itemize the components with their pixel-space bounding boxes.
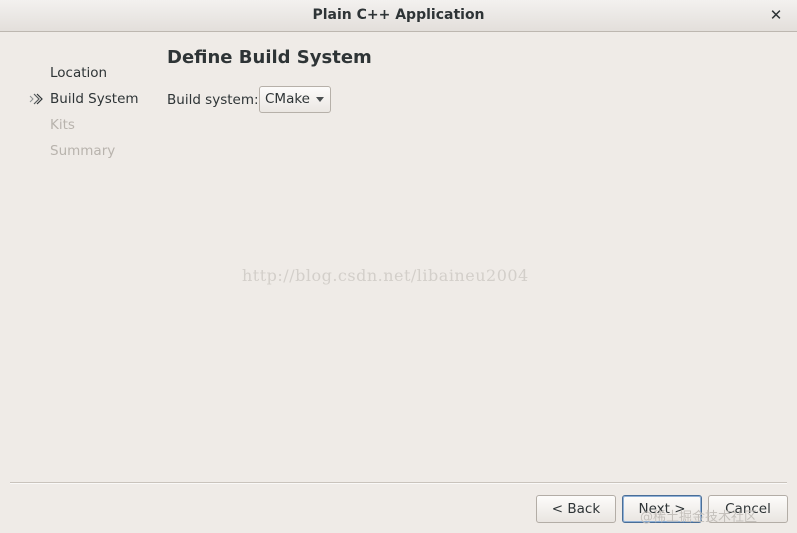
- step-label: Summary: [50, 143, 116, 159]
- build-system-label: Build system:: [167, 92, 259, 108]
- arrow-right-icon: [29, 93, 43, 105]
- wizard-step-list: Location Build System Kits Summary: [28, 62, 158, 166]
- chevron-down-icon: [316, 97, 324, 102]
- page-title: Define Build System: [167, 47, 372, 68]
- step-kits: Kits: [28, 114, 158, 140]
- close-icon[interactable]: ✕: [767, 6, 785, 24]
- step-label: Kits: [50, 117, 75, 133]
- step-location: Location: [28, 62, 158, 88]
- footer-separator: [10, 482, 787, 484]
- step-label: Build System: [50, 91, 139, 107]
- title-bar: Plain C++ Application ✕: [0, 0, 797, 32]
- window-title: Plain C++ Application: [312, 7, 485, 23]
- step-build-system: Build System: [28, 88, 158, 114]
- step-summary: Summary: [28, 140, 158, 166]
- footer-watermark: @稀土掘金技术社区: [640, 510, 758, 525]
- wizard-window: Plain C++ Application ✕ Location Build S…: [0, 0, 797, 533]
- watermark-text: http://blog.csdn.net/libaineu2004: [242, 266, 529, 285]
- back-button[interactable]: < Back: [536, 495, 616, 523]
- build-system-value: CMake: [265, 91, 310, 107]
- build-system-dropdown[interactable]: CMake: [259, 86, 331, 113]
- step-label: Location: [50, 65, 108, 81]
